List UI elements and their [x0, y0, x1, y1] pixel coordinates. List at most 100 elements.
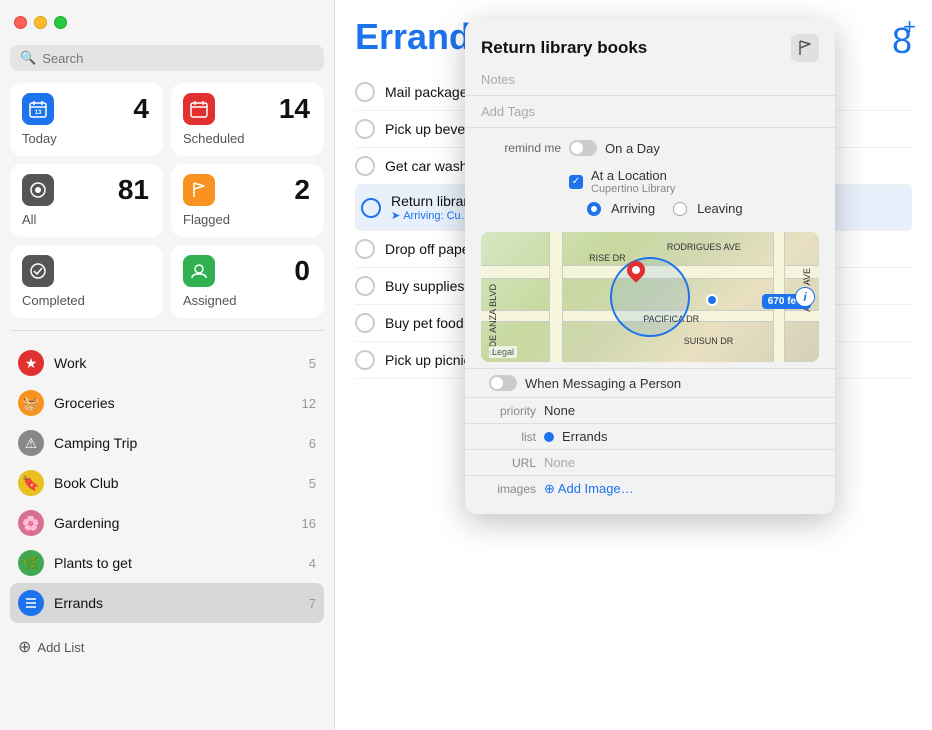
list-item-gardening[interactable]: 🌸 Gardening 16 [10, 503, 324, 543]
task-checkbox-library[interactable] [361, 198, 381, 218]
at-location-checkbox[interactable]: ✓ [569, 175, 583, 189]
search-input[interactable] [42, 51, 314, 66]
fullscreen-button[interactable] [54, 16, 67, 29]
on-a-day-toggle[interactable] [569, 140, 597, 156]
bookclub-label: Book Club [54, 475, 299, 491]
tags-field[interactable]: Add Tags [465, 100, 835, 128]
scheduled-count: 14 [279, 93, 310, 125]
at-a-location-row: ✓ At a Location Cupertino Library [481, 164, 819, 199]
task-checkbox-supplies[interactable] [355, 276, 375, 296]
task-checkbox-carwash[interactable] [355, 156, 375, 176]
road-de-anza [549, 232, 563, 362]
work-label: Work [54, 355, 299, 371]
bookclub-count: 5 [309, 476, 316, 491]
on-a-day-label: On a Day [605, 141, 660, 156]
notes-field[interactable]: Notes [465, 68, 835, 96]
search-icon: 🔍 [20, 50, 36, 66]
gardening-label: Gardening [54, 515, 292, 531]
when-messaging-row: When Messaging a Person [465, 368, 835, 398]
label-rise-dr: RISE DR [589, 253, 626, 263]
task-checkbox-picnic[interactable] [355, 350, 375, 370]
all-icon [22, 174, 54, 206]
smart-list-all[interactable]: 81 All [10, 164, 163, 237]
user-lists: ★ Work 5 🧺 Groceries 12 ⚠ Camping Trip 6… [10, 343, 324, 623]
tags-placeholder: Add Tags [481, 104, 535, 119]
images-label: images [481, 482, 536, 496]
info-icon[interactable]: i [795, 287, 815, 307]
gardening-icon: 🌸 [18, 510, 44, 536]
groceries-icon: 🧺 [18, 390, 44, 416]
when-messaging-toggle[interactable] [489, 375, 517, 391]
gardening-count: 16 [302, 516, 316, 531]
add-list-label: Add List [37, 640, 84, 655]
arriving-label: Arriving [611, 201, 655, 216]
list-item-groceries[interactable]: 🧺 Groceries 12 [10, 383, 324, 423]
flagged-count: 2 [294, 174, 310, 206]
completed-label: Completed [22, 293, 151, 308]
sidebar: 🔍 13 4 Today 14 Scheduled 81 All [0, 0, 335, 730]
list-label: list [481, 430, 536, 444]
current-location-dot [706, 294, 718, 306]
map-pin-center [631, 264, 642, 275]
location-arrow-icon: ➤ [391, 209, 400, 222]
map-pin-container [627, 261, 645, 279]
arriving-radio[interactable] [587, 202, 601, 216]
task-checkbox-petfood[interactable] [355, 313, 375, 333]
today-icon: 13 [22, 93, 54, 125]
remind-me-row: remind me On a Day [481, 136, 819, 160]
errands-label: Errands [54, 595, 299, 611]
groceries-count: 12 [302, 396, 316, 411]
smart-list-scheduled[interactable]: 14 Scheduled [171, 83, 324, 156]
bookclub-icon: 🔖 [18, 470, 44, 496]
plants-count: 4 [309, 556, 316, 571]
task-text-petfood: Buy pet food [385, 315, 464, 331]
traffic-lights [10, 12, 324, 37]
errands-icon [18, 590, 44, 616]
list-item-errands[interactable]: Errands 7 [10, 583, 324, 623]
main-content: Errands 8 + Mail packages Pick up bever…… [335, 0, 932, 730]
notes-placeholder: Notes [481, 72, 515, 87]
smart-list-today[interactable]: 13 4 Today [10, 83, 163, 156]
close-button[interactable] [14, 16, 27, 29]
list-item-bookclub[interactable]: 🔖 Book Club 5 [10, 463, 324, 503]
groceries-label: Groceries [54, 395, 292, 411]
task-sub-text-library: Arriving: Cu… [403, 210, 471, 222]
task-checkbox-dropoff[interactable] [355, 239, 375, 259]
add-image-button[interactable]: ⊕ Add Image… [544, 481, 634, 497]
leaving-label: Leaving [697, 201, 743, 216]
smart-list-flagged[interactable]: 2 Flagged [171, 164, 324, 237]
list-row: list Errands [465, 424, 835, 450]
location-map: RISE DR S DE ANZA BLVD RODRIGUES AVE ANE… [481, 232, 819, 362]
task-text-mail: Mail packages [385, 84, 475, 100]
minimize-button[interactable] [34, 16, 47, 29]
flagged-icon [183, 174, 215, 206]
task-checkbox-mail[interactable] [355, 82, 375, 102]
sidebar-divider [10, 330, 324, 331]
detail-panel: Return library books Notes Add Tags remi… [465, 20, 835, 514]
smart-list-assigned[interactable]: 0 Assigned [171, 245, 324, 318]
work-count: 5 [309, 356, 316, 371]
priority-value: None [544, 403, 575, 418]
add-list-icon: ⊕ [18, 637, 31, 657]
list-item-camping[interactable]: ⚠ Camping Trip 6 [10, 423, 324, 463]
flag-button[interactable] [791, 34, 819, 62]
assigned-icon [183, 255, 215, 287]
list-item-plants[interactable]: 🌿 Plants to get 4 [10, 543, 324, 583]
camping-count: 6 [309, 436, 316, 451]
url-value: None [544, 455, 575, 470]
when-messaging-label: When Messaging a Person [525, 376, 681, 391]
camping-icon: ⚠ [18, 430, 44, 456]
priority-row: priority None [465, 398, 835, 424]
priority-label: priority [481, 404, 536, 418]
add-list-button[interactable]: ⊕ Add List [10, 631, 324, 663]
task-checkbox-pickup-bev[interactable] [355, 119, 375, 139]
list-item-work[interactable]: ★ Work 5 [10, 343, 324, 383]
map-legal: Legal [489, 346, 517, 358]
url-row: URL None [465, 450, 835, 476]
smart-list-completed[interactable]: Completed [10, 245, 163, 318]
flagged-label: Flagged [183, 212, 312, 227]
assigned-count: 0 [294, 255, 310, 287]
search-bar[interactable]: 🔍 [10, 45, 324, 71]
leaving-radio[interactable] [673, 202, 687, 216]
add-task-button[interactable]: + [903, 14, 916, 40]
